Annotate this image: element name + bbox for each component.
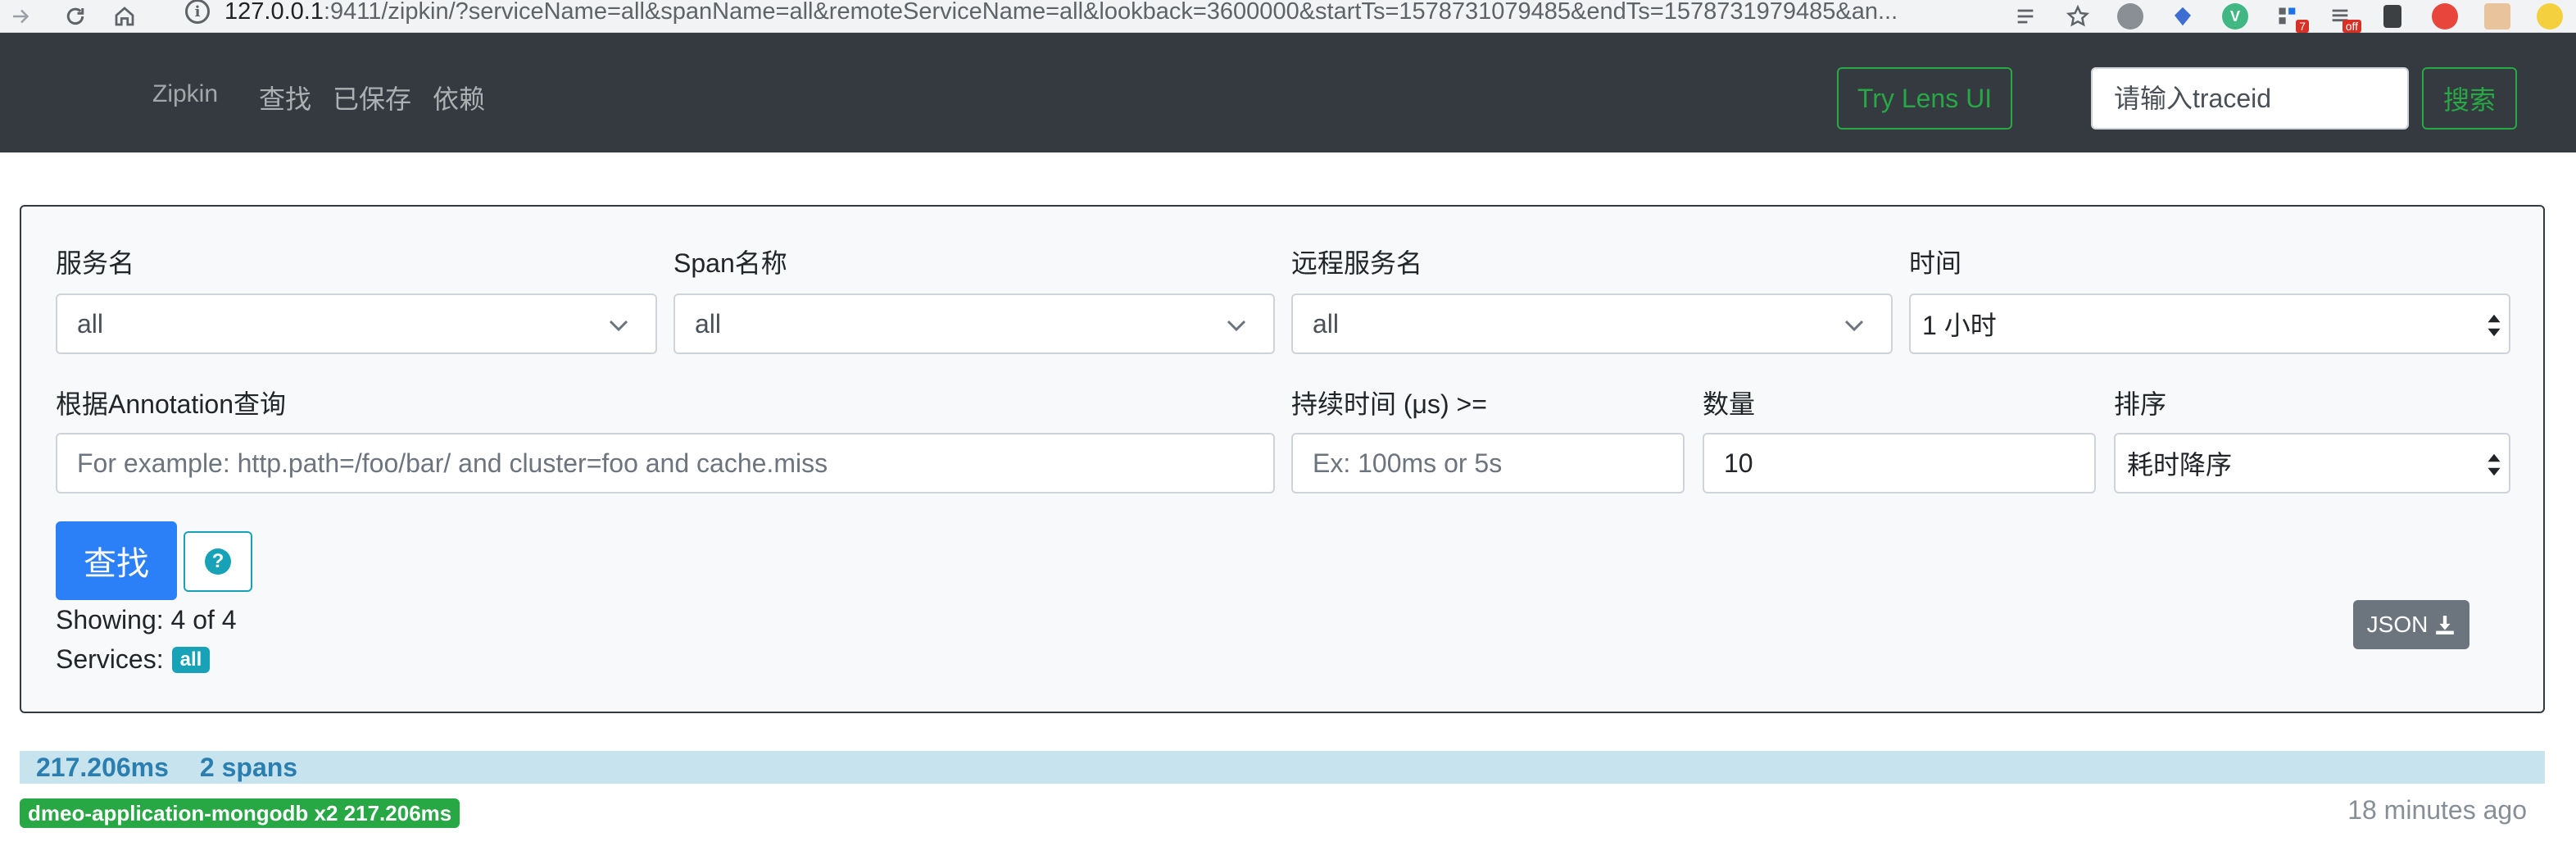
sort-select[interactable]: 耗时降序: [2114, 433, 2510, 494]
bookmark-star-icon[interactable]: [2052, 0, 2104, 33]
json-download-button[interactable]: JSON: [2353, 600, 2469, 649]
extension-face-icon[interactable]: [2471, 0, 2524, 33]
trace-duration: 217.206ms: [36, 752, 169, 782]
trace-time-ago: 18 minutes ago: [2347, 795, 2527, 825]
download-icon: [2436, 616, 2455, 634]
service-name-label: 服务名: [56, 248, 135, 278]
trace-span-count: 2 spans: [199, 752, 298, 782]
time-label: 时间: [1909, 248, 1962, 278]
services-row: Services: all: [56, 644, 211, 675]
sort-label: 排序: [2114, 389, 2167, 419]
brand-zipkin[interactable]: Zipkin: [152, 80, 218, 108]
span-name-select[interactable]: all: [673, 293, 1275, 354]
reload-icon[interactable]: [54, 0, 97, 33]
question-icon: ?: [205, 548, 231, 575]
duration-label: 持续时间 (μs) >=: [1291, 389, 1487, 419]
reading-list-icon[interactable]: [1999, 0, 2052, 33]
extension-badge-off: off: [2342, 20, 2361, 33]
extension-grid-icon[interactable]: 7: [2261, 0, 2314, 33]
zipkin-navbar: Zipkin 查找 已保存 依赖 Try Lens UI 搜索: [0, 33, 2576, 152]
service-name-select[interactable]: all: [56, 293, 657, 354]
remote-service-value: all: [1313, 308, 1340, 339]
site-info-icon[interactable]: i: [185, 0, 210, 24]
annotation-query-input[interactable]: [56, 433, 1275, 494]
extension-dark-icon[interactable]: [2366, 0, 2419, 33]
query-form-card: 服务名 all Span名称 all 远程服务名 all 时间 1 小时 根据A…: [20, 205, 2545, 713]
json-button-label: JSON: [2366, 612, 2429, 637]
span-name-value: all: [695, 308, 722, 339]
extension-list-icon[interactable]: off: [2314, 0, 2366, 33]
remote-service-select[interactable]: all: [1291, 293, 1893, 354]
sort-value: 耗时降序: [2127, 450, 2233, 480]
chevron-down-icon: [609, 320, 628, 332]
span-name-label: Span名称: [673, 248, 787, 278]
limit-label: 数量: [1703, 389, 1756, 419]
service-name-value: all: [77, 308, 104, 339]
services-label: Services:: [56, 644, 164, 674]
extension-diamond-icon[interactable]: [2156, 0, 2209, 33]
extension-red-icon[interactable]: [2419, 0, 2471, 33]
annotation-label: 根据Annotation查询: [56, 389, 287, 419]
traceid-input[interactable]: [2091, 67, 2409, 130]
find-traces-button[interactable]: 查找: [56, 521, 177, 600]
remote-service-label: 远程服务名: [1291, 248, 1423, 278]
try-lens-ui-button[interactable]: Try Lens UI: [1837, 67, 2012, 130]
duration-input[interactable]: [1291, 433, 1685, 494]
extension-gray-icon[interactable]: [2104, 0, 2156, 33]
url-text[interactable]: 127.0.0.1:9411/zipkin/?serviceName=all&s…: [224, 0, 1929, 25]
trace-service-tag: dmeo-application-mongodb x2 217.206ms: [20, 798, 460, 828]
address-bar[interactable]: i 127.0.0.1:9411/zipkin/?serviceName=all…: [174, 0, 2025, 28]
home-icon[interactable]: [103, 0, 146, 33]
showing-count: Showing: 4 of 4: [56, 605, 237, 634]
service-badge-all[interactable]: all: [171, 646, 211, 673]
extension-vue-icon[interactable]: V: [2209, 0, 2261, 33]
profile-avatar-icon[interactable]: [2524, 0, 2576, 33]
select-arrows-icon: [2488, 453, 2501, 476]
nav-link-find[interactable]: 查找: [259, 79, 311, 116]
chevron-down-icon: [1844, 320, 1864, 332]
extension-badge-count: 7: [2296, 20, 2309, 33]
trace-search-button[interactable]: 搜索: [2422, 67, 2517, 130]
trace-result-bar[interactable]: 217.206ms 2 spans: [20, 751, 2545, 784]
time-select[interactable]: 1 小时: [1909, 293, 2510, 354]
chevron-down-icon: [1227, 320, 1246, 332]
browser-toolbar: i 127.0.0.1:9411/zipkin/?serviceName=all…: [0, 0, 2576, 33]
forward-icon[interactable]: [0, 0, 43, 33]
nav-links: 查找 已保存 依赖: [259, 79, 485, 116]
time-value: 1 小时: [1922, 311, 1997, 340]
select-arrows-icon: [2488, 314, 2501, 337]
nav-link-dependencies[interactable]: 依赖: [433, 79, 485, 116]
help-button[interactable]: ?: [184, 531, 252, 592]
nav-link-saved[interactable]: 已保存: [333, 79, 411, 116]
limit-input[interactable]: [1703, 433, 2096, 494]
